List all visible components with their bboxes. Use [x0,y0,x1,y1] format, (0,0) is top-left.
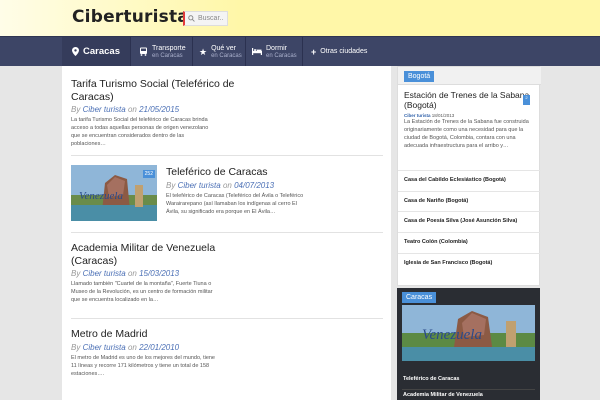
sidebar-caracas-link[interactable]: Academia Militar de Venezuela [403,392,483,398]
nav-item-label: Otras ciudades [320,48,368,56]
list-item: Teleférico de Caracas By Ciber turista o… [166,166,376,217]
article-date: 22/01/2010 [139,342,180,352]
tab-caracas[interactable]: Caracas [402,292,437,303]
search-placeholder: Buscar.. [198,15,224,22]
map-pin-icon [72,46,79,58]
featured-meta: Ciber turista 18/01/2013 [404,113,454,118]
featured-author[interactable]: Ciber turista [404,113,431,118]
article-by: By [71,342,81,352]
search-input[interactable]: Buscar.. [183,11,228,26]
list-item: Tarifa Turismo Social (Teleférico de Car… [71,78,383,149]
divider [402,389,535,390]
nav-item-label: Transporte [152,44,186,52]
featured-excerpt: La Estación de Trenes de la Sabana fue c… [404,119,529,149]
nav-item-transporte[interactable]: Transporte en Caracas [139,37,186,67]
featured-date: 18/01/2013 [431,113,455,118]
article-on: on [127,269,137,279]
article-meta: By Ciber turista on 04/07/2013 [166,181,376,190]
sidebar-bogota: Bogotá Estación de Trenes de la Sabana (… [397,66,541,286]
bus-icon [139,47,148,58]
tab-bogota[interactable]: Bogotá [404,71,435,82]
search-icon [188,15,195,22]
divider [71,318,383,319]
sidebar-link[interactable]: Casa del Cabildo Eclesiástico (Bogotá) [398,170,541,191]
nav-item-sublabel: en Caracas [266,52,297,59]
sidebar-link[interactable]: Casa de Poesía Silva (José Asunción Silv… [398,211,541,232]
nav-location-label: Caracas [83,45,120,57]
featured-badge: 2 [523,95,530,105]
article-title[interactable]: Teleférico de Caracas [166,166,376,179]
site-logo[interactable]: Ciberturista [72,7,189,27]
article-meta: By Ciber turista on 15/03/2013 [71,269,383,278]
article-on: on [127,105,137,115]
article-on: on [222,180,232,190]
article-author[interactable]: Ciber turista [83,343,126,352]
article-date: 04/07/2013 [234,180,275,190]
sidebar-tabbar: Bogotá [398,67,541,85]
nav-item-dormir[interactable]: Dormir en Caracas [252,37,297,67]
site-header: Ciberturista Buscar.. [0,0,600,36]
list-item: Metro de Madrid By Ciber turista on 22/0… [71,328,383,379]
article-excerpt: La tarifa Turismo Social del teleférico … [71,117,209,148]
article-on: on [127,342,137,352]
sidebar-list: Casa del Cabildo Eclesiástico (Bogotá) C… [398,170,541,273]
divider [71,232,383,233]
article-meta: By Ciber turista on 22/01/2010 [71,343,383,352]
nav-item-otras-ciudades[interactable]: + Otras ciudades [311,37,367,67]
article-meta: By Ciber turista on 21/05/2015 [71,105,383,114]
article-by: By [166,180,176,190]
article-thumbnail[interactable]: Venezuela 252 [71,165,157,221]
article-by: By [71,105,81,115]
article-by: By [71,269,81,279]
sidebar-link[interactable]: Casa de Nariño (Bogotá) [398,190,541,212]
article-title[interactable]: Tarifa Turismo Social (Teleférico de Car… [71,78,246,103]
article-author[interactable]: Ciber turista [178,181,221,190]
article-date: 21/05/2015 [139,105,180,115]
article-author[interactable]: Ciber turista [83,105,126,114]
article-list: Tarifa Turismo Social (Teleférico de Car… [62,66,391,400]
divider [71,155,383,156]
article-author[interactable]: Ciber turista [83,269,126,278]
nav-item-sublabel: en Caracas [152,52,183,59]
article-excerpt: Llamado también "Cuartel de la montaña",… [71,281,213,304]
main-nav: Caracas Transporte en Caracas ★ Qué ver … [0,36,600,67]
sidebar-caracas-image[interactable]: Venezuela [402,305,535,361]
nav-item-label: Qué ver [211,44,236,52]
article-title[interactable]: Academia Militar de Venezuela (Caracas) [71,242,246,267]
nav-item-que-ver[interactable]: ★ Qué ver en Caracas [199,37,242,67]
featured-title[interactable]: Estación de Trenes de la Sabana (Bogotá) [404,90,532,110]
nav-item-sublabel: en Caracas [211,52,242,59]
sidebar-link[interactable]: Iglesia de San Francisco (Bogotá) [398,252,541,274]
article-title[interactable]: Metro de Madrid [71,328,383,341]
nav-location-caracas[interactable]: Caracas [62,37,130,67]
thumbnail-badge: 252 [142,170,155,178]
article-date: 15/03/2013 [139,269,180,279]
sidebar-link[interactable]: Teatro Colón (Colombia) [398,232,541,253]
bed-icon [252,47,262,57]
star-icon: ★ [199,46,208,57]
sidebar-caracas: Caracas Venezuela Teleférico de Caracas … [397,288,540,400]
sidebar-caracas-link[interactable]: Teleférico de Caracas [403,376,459,382]
article-excerpt: El teleférico de Caracas (Teleférico del… [166,192,304,215]
svg-text:Venezuela: Venezuela [422,327,482,343]
teleferico-image: Venezuela [402,305,535,361]
list-item: Academia Militar de Venezuela (Caracas) … [71,242,383,305]
svg-text:Venezuela: Venezuela [79,190,123,202]
article-excerpt: El metro de Madrid es uno de los mejores… [71,354,215,377]
nav-item-label: Dormir [266,44,287,52]
plus-icon: + [311,47,317,57]
